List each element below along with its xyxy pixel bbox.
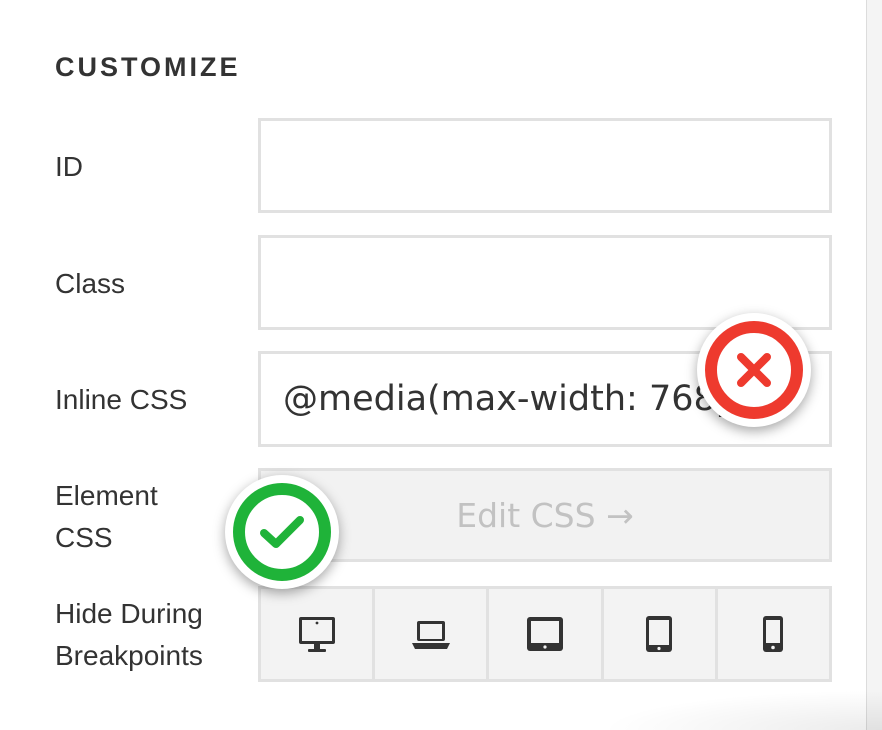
element-css-label-line1: Element bbox=[55, 480, 158, 511]
x-mark-icon bbox=[737, 353, 771, 387]
id-input[interactable] bbox=[261, 121, 829, 210]
id-field[interactable] bbox=[258, 118, 832, 213]
breakpoint-toggle-group bbox=[258, 586, 832, 682]
hide-breakpoints-label-line2: Breakpoints bbox=[55, 640, 203, 671]
phone-icon bbox=[763, 616, 784, 652]
breakpoint-phone-toggle[interactable] bbox=[718, 589, 829, 679]
section-title: CUSTOMIZE bbox=[55, 52, 241, 82]
element-css-label-line2: CSS bbox=[55, 522, 113, 553]
id-label: ID bbox=[55, 151, 83, 182]
hide-breakpoints-label-line1: Hide During bbox=[55, 598, 203, 629]
x-circle-icon bbox=[705, 321, 803, 419]
inline-css-label: Inline CSS bbox=[55, 384, 188, 415]
tablet-portrait-icon bbox=[646, 616, 673, 652]
success-annotation-badge bbox=[225, 475, 339, 589]
laptop-icon bbox=[411, 621, 450, 649]
breakpoint-desktop-toggle[interactable] bbox=[261, 589, 376, 679]
class-label: Class bbox=[55, 268, 126, 299]
check-circle-icon bbox=[233, 483, 331, 581]
check-mark-icon bbox=[260, 516, 304, 548]
desktop-icon bbox=[298, 617, 335, 652]
breakpoint-tablet-landscape-toggle[interactable] bbox=[489, 589, 604, 679]
tablet-landscape-icon bbox=[527, 617, 563, 651]
edit-css-button[interactable]: Edit CSS → bbox=[258, 468, 832, 562]
breakpoint-tablet-portrait-toggle[interactable] bbox=[604, 589, 718, 679]
error-annotation-badge bbox=[697, 313, 811, 427]
corner-shadow bbox=[600, 690, 882, 730]
breakpoint-laptop-toggle[interactable] bbox=[375, 589, 490, 679]
